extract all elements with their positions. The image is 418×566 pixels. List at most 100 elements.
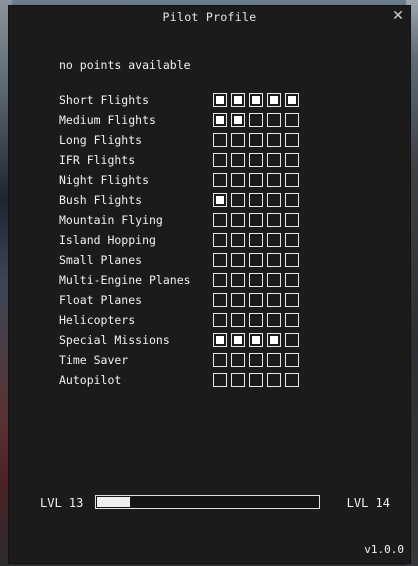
skill-point-empty[interactable] (249, 213, 263, 227)
skill-point-boxes (213, 113, 303, 127)
skill-point-empty[interactable] (285, 113, 299, 127)
skill-point-empty[interactable] (249, 113, 263, 127)
skill-point-empty[interactable] (285, 373, 299, 387)
skill-point-empty[interactable] (213, 133, 227, 147)
skill-label: IFR Flights (59, 153, 136, 167)
skill-point-empty[interactable] (285, 153, 299, 167)
skill-point-empty[interactable] (213, 153, 227, 167)
skill-point-empty[interactable] (285, 253, 299, 267)
skill-point-empty[interactable] (285, 353, 299, 367)
skill-point-boxes (213, 273, 303, 287)
skill-point-empty[interactable] (267, 173, 281, 187)
version-label: v1.0.0 (364, 543, 404, 556)
skill-row: Special Missions (59, 330, 359, 350)
skill-point-filled[interactable] (213, 93, 227, 107)
skill-point-empty[interactable] (249, 173, 263, 187)
skill-point-empty[interactable] (231, 373, 245, 387)
skill-point-empty[interactable] (249, 273, 263, 287)
pilot-profile-panel: Pilot Profile ✕ no points available Shor… (9, 6, 410, 563)
skill-point-empty[interactable] (249, 253, 263, 267)
skill-point-empty[interactable] (249, 373, 263, 387)
skill-point-empty[interactable] (213, 373, 227, 387)
skill-point-filled[interactable] (285, 93, 299, 107)
skill-point-empty[interactable] (249, 133, 263, 147)
skill-label: Helicopters (59, 313, 136, 327)
skill-point-empty[interactable] (285, 193, 299, 207)
level-progress: LVL 13 LVL 14 (40, 494, 390, 514)
skill-point-boxes (213, 253, 303, 267)
skill-point-empty[interactable] (249, 193, 263, 207)
skill-point-empty[interactable] (213, 273, 227, 287)
skill-point-empty[interactable] (285, 313, 299, 327)
skill-point-empty[interactable] (231, 353, 245, 367)
skill-point-empty[interactable] (231, 253, 245, 267)
skill-point-filled[interactable] (213, 113, 227, 127)
skill-point-empty[interactable] (249, 233, 263, 247)
skill-row: Time Saver (59, 350, 359, 370)
skill-point-empty[interactable] (285, 173, 299, 187)
skill-point-empty[interactable] (231, 133, 245, 147)
skill-point-empty[interactable] (285, 293, 299, 307)
skill-point-empty[interactable] (231, 193, 245, 207)
skill-point-empty[interactable] (267, 113, 281, 127)
skill-point-empty[interactable] (231, 213, 245, 227)
skill-point-empty[interactable] (285, 273, 299, 287)
skill-label: Night Flights (59, 173, 150, 187)
skill-point-filled[interactable] (231, 333, 245, 347)
skill-point-filled[interactable] (213, 193, 227, 207)
skill-point-filled[interactable] (231, 113, 245, 127)
skill-row: IFR Flights (59, 150, 359, 170)
skill-point-empty[interactable] (285, 233, 299, 247)
skill-point-empty[interactable] (285, 333, 299, 347)
skill-label: Small Planes (59, 253, 143, 267)
skill-point-empty[interactable] (213, 353, 227, 367)
skill-point-empty[interactable] (267, 293, 281, 307)
skill-point-empty[interactable] (249, 313, 263, 327)
skill-point-empty[interactable] (231, 273, 245, 287)
skill-point-filled[interactable] (249, 93, 263, 107)
skill-point-empty[interactable] (213, 233, 227, 247)
close-icon[interactable]: ✕ (390, 8, 406, 24)
skill-point-empty[interactable] (213, 213, 227, 227)
skill-row: Long Flights (59, 130, 359, 150)
skill-point-boxes (213, 333, 303, 347)
skill-point-empty[interactable] (285, 213, 299, 227)
skill-row: Autopilot (59, 370, 359, 390)
skill-point-empty[interactable] (249, 353, 263, 367)
skill-point-empty[interactable] (285, 133, 299, 147)
skill-label: Medium Flights (59, 113, 156, 127)
skill-point-boxes (213, 353, 303, 367)
skill-point-empty[interactable] (231, 173, 245, 187)
skill-point-empty[interactable] (267, 193, 281, 207)
skill-point-empty[interactable] (267, 253, 281, 267)
skill-point-filled[interactable] (267, 333, 281, 347)
skill-point-empty[interactable] (267, 273, 281, 287)
skill-point-filled[interactable] (231, 93, 245, 107)
skill-point-filled[interactable] (249, 333, 263, 347)
skill-point-empty[interactable] (231, 153, 245, 167)
skill-point-empty[interactable] (267, 133, 281, 147)
xp-progress-fill (97, 497, 130, 507)
skill-point-empty[interactable] (267, 313, 281, 327)
skill-point-empty[interactable] (231, 293, 245, 307)
skill-point-empty[interactable] (267, 233, 281, 247)
skill-point-empty[interactable] (213, 313, 227, 327)
skill-row: Island Hopping (59, 230, 359, 250)
skill-point-empty[interactable] (267, 353, 281, 367)
skill-point-empty[interactable] (249, 293, 263, 307)
skill-point-empty[interactable] (213, 173, 227, 187)
skill-label: Autopilot (59, 373, 122, 387)
skill-point-empty[interactable] (231, 233, 245, 247)
skill-point-empty[interactable] (231, 313, 245, 327)
next-level-label: LVL 14 (346, 496, 390, 510)
skill-point-empty[interactable] (267, 373, 281, 387)
skill-point-empty[interactable] (267, 213, 281, 227)
skill-label: Short Flights (59, 93, 150, 107)
skill-point-boxes (213, 153, 303, 167)
skill-point-empty[interactable] (267, 153, 281, 167)
skill-point-filled[interactable] (267, 93, 281, 107)
skill-point-empty[interactable] (213, 293, 227, 307)
skill-point-filled[interactable] (213, 333, 227, 347)
skill-point-empty[interactable] (213, 253, 227, 267)
skill-point-empty[interactable] (249, 153, 263, 167)
